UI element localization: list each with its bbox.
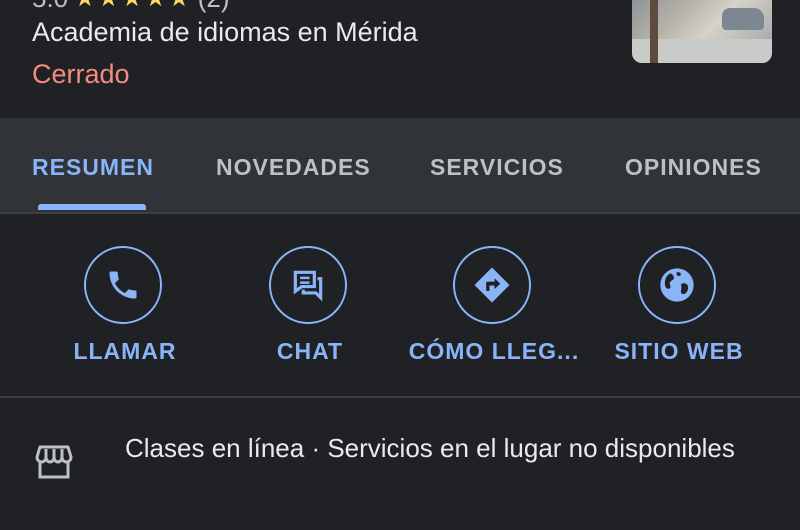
directions-label: CÓMO LLEG... xyxy=(408,338,580,364)
website-label: SITIO WEB xyxy=(614,338,744,364)
website-button-circle xyxy=(638,246,716,324)
photo-car xyxy=(722,8,764,30)
place-photo-thumbnail[interactable] xyxy=(632,0,772,63)
tab-novedades[interactable]: NOVEDADES xyxy=(216,154,371,181)
photo-gate xyxy=(650,0,658,63)
action-row: LLAMAR CHAT CÓMO LLEG... SITIO WEB xyxy=(0,214,800,396)
chat-button[interactable]: CHAT xyxy=(230,246,390,376)
tab-opiniones[interactable]: OPINIONES xyxy=(625,154,762,181)
chat-button-circle xyxy=(269,246,347,324)
service-options-row[interactable]: Clases en línea · Servicios en el lugar … xyxy=(0,398,800,530)
rating-row[interactable]: 5.0 ★★★★★ (2) xyxy=(32,0,230,13)
directions-button[interactable]: CÓMO LLEG... xyxy=(409,246,578,376)
open-status[interactable]: Cerrado xyxy=(32,59,130,90)
rating-stars: ★★★★★ xyxy=(74,0,192,13)
rating-value: 5.0 xyxy=(32,0,68,14)
website-button[interactable]: SITIO WEB xyxy=(599,246,759,376)
call-button[interactable]: LLAMAR xyxy=(45,246,205,376)
service-options-text: Clases en línea · Servicios en el lugar … xyxy=(125,433,735,463)
review-count: (2) xyxy=(198,0,230,14)
directions-icon xyxy=(474,267,510,303)
chat-icon xyxy=(293,270,323,302)
phone-icon xyxy=(109,271,137,299)
chat-label: CHAT xyxy=(276,338,344,364)
tab-bar: RESUMEN NOVEDADES SERVICIOS OPINIONES xyxy=(0,118,800,214)
globe-icon xyxy=(660,268,694,302)
place-category: Academia de idiomas en Mérida xyxy=(32,17,418,47)
call-label: LLAMAR xyxy=(73,338,177,364)
active-tab-indicator xyxy=(38,204,146,210)
call-button-circle xyxy=(84,246,162,324)
tab-servicios[interactable]: SERVICIOS xyxy=(430,154,564,181)
store-icon xyxy=(35,445,73,479)
directions-button-circle xyxy=(453,246,531,324)
tab-resumen[interactable]: RESUMEN xyxy=(32,154,154,181)
place-header: 5.0 ★★★★★ (2) Academia de idiomas en Mér… xyxy=(0,0,800,118)
